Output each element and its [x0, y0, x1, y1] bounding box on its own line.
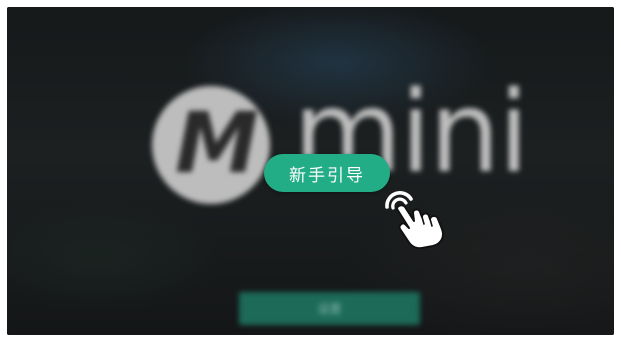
- background-button: 设置: [239, 292, 420, 325]
- logo-monogram: M: [175, 94, 259, 192]
- hand-tap-icon: [381, 185, 451, 249]
- hand-shape: [396, 204, 444, 249]
- beginner-guide-button[interactable]: 新手引导: [264, 154, 390, 192]
- beginner-guide-label: 新手引导: [289, 165, 365, 186]
- background-button-label: 设置: [317, 302, 342, 316]
- hand-tap-graphic: [385, 191, 444, 249]
- app-screen: M mini 设置 新手引导: [7, 7, 614, 335]
